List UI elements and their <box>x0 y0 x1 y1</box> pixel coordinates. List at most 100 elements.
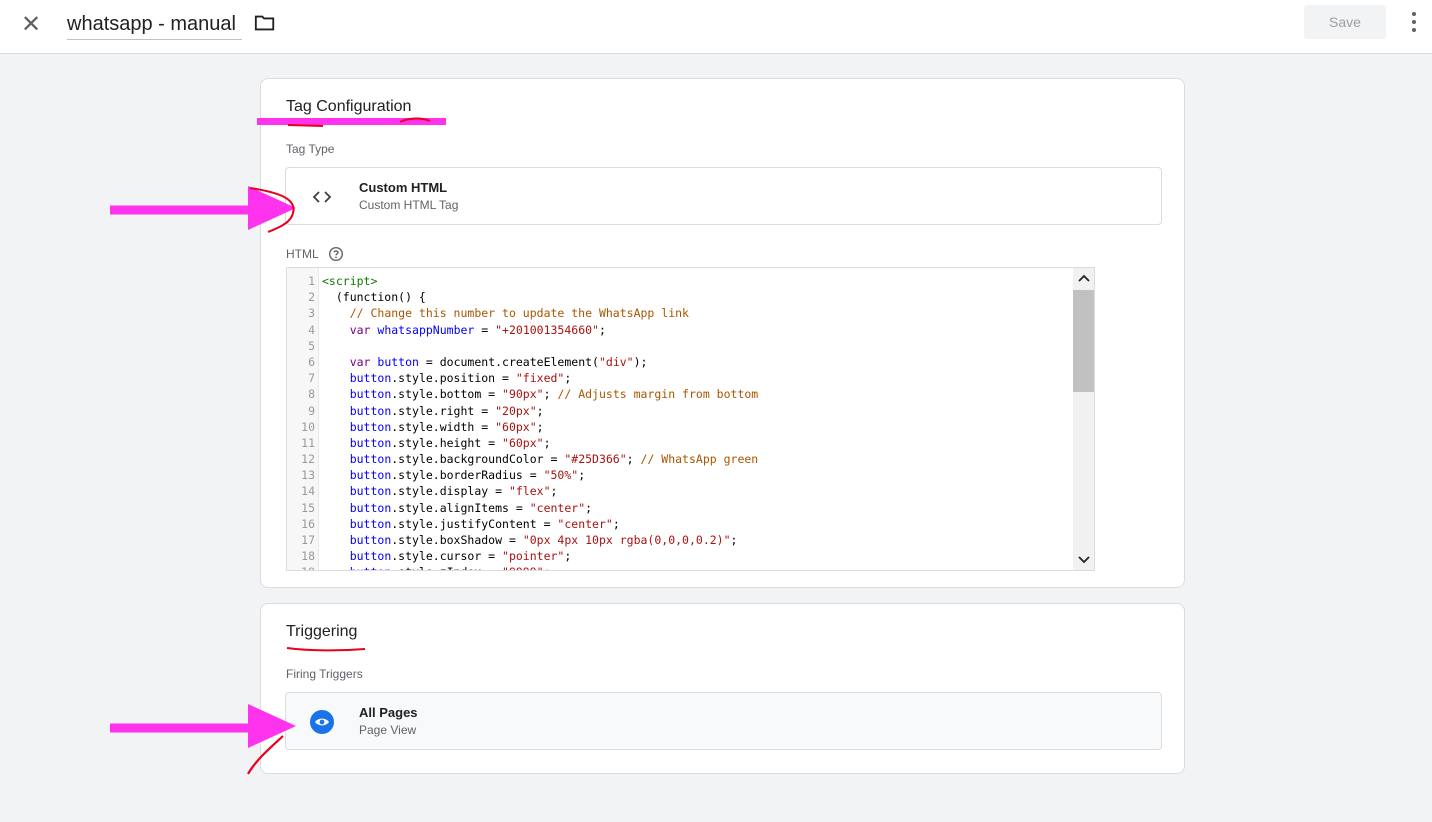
code-token: ; <box>598 322 606 337</box>
code-token: "20px" <box>495 403 537 418</box>
code-token: "0px 4px 10px rgba(0,0,0,0.2)" <box>522 533 731 547</box>
line-number: 16 <box>301 516 315 531</box>
code-token: ; <box>564 549 572 564</box>
code-token: "center" <box>557 516 613 531</box>
code-token: ; <box>536 403 544 418</box>
editor-scrollbar[interactable] <box>1073 268 1095 570</box>
scroll-up-icon[interactable] <box>1073 270 1095 288</box>
code-token: .style.display = <box>391 484 509 499</box>
code-line: 14 button.style.display = "flex"; <box>287 483 1073 499</box>
code-token: // WhatsApp green <box>640 452 759 467</box>
code-line: 11 button.style.height = "60px"; <box>287 435 1073 451</box>
code-token: button <box>349 387 392 402</box>
code-token: .style.height = <box>391 435 503 450</box>
code-line: 6 var button = document.createElement("d… <box>287 354 1073 370</box>
code-line: 5 <box>287 338 1073 354</box>
tag-type-selector[interactable]: Custom HTML Custom HTML Tag <box>285 167 1162 225</box>
tag-configuration-title: Tag Configuration <box>286 98 412 115</box>
code-token: .style.alignItems = <box>391 500 530 515</box>
code-token: .style.backgroundColor = <box>391 452 565 467</box>
trigger-title: All Pages <box>359 705 418 720</box>
code-text: button.style.alignItems = "center"; <box>322 500 592 516</box>
code-token: var <box>349 354 378 369</box>
line-number: 19 <box>287 564 315 570</box>
triggering-title: Triggering <box>286 623 358 640</box>
code-text: var whatsappNumber = "+201001354660"; <box>322 322 606 338</box>
triggering-card: Triggering Firing Triggers All Pages Pag… <box>260 603 1185 774</box>
code-text: button.style.height = "60px"; <box>322 435 551 451</box>
code-token: var <box>349 322 378 337</box>
code-token: ; <box>730 533 738 547</box>
code-token: "div" <box>598 354 634 369</box>
code-line: 7 button.style.position = "fixed"; <box>287 370 1073 386</box>
code-token: whatsappNumber <box>377 322 475 337</box>
code-line: 2 (function() { <box>287 289 1073 305</box>
code-line: 19 button.style.zIndex = "9999"; <box>287 564 1073 570</box>
code-token: .style.cursor = <box>391 549 503 564</box>
line-number: 10 <box>301 419 315 434</box>
code-line: 12 button.style.backgroundColor = "#25D3… <box>287 451 1073 467</box>
close-icon[interactable]: ✕ <box>18 11 44 37</box>
line-number: 7 <box>308 371 315 386</box>
code-line: 3 // Change this number to update the Wh… <box>287 305 1073 321</box>
more-vert-icon[interactable] <box>1404 8 1424 38</box>
code-token: button <box>349 419 392 434</box>
line-number: 2 <box>308 290 315 305</box>
tag-type-title: Custom HTML <box>359 180 448 195</box>
code-token: ); <box>633 354 648 369</box>
code-token: "flex" <box>508 484 551 499</box>
line-number: 1 <box>308 274 315 288</box>
code-text: button.style.zIndex = "9999"; <box>322 564 551 570</box>
trigger-all-pages[interactable]: All Pages Page View <box>285 692 1162 750</box>
code-token: = <box>474 322 496 337</box>
code-line: 1 <script> <box>287 273 1073 289</box>
code-token: .style.boxShadow = <box>391 533 523 547</box>
code-token: .style.right = <box>391 403 496 418</box>
folder-icon[interactable] <box>254 13 276 33</box>
code-token: "pointer" <box>502 549 565 564</box>
code-token: button <box>349 452 392 467</box>
tag-configuration-card: Tag Configuration Tag Type Custom HTML C… <box>260 78 1185 588</box>
line-number: 8 <box>308 387 315 402</box>
tag-type-subtitle: Custom HTML Tag <box>359 198 459 212</box>
code-token: button <box>349 549 392 564</box>
code-token: .style.width = <box>391 419 496 434</box>
line-number: 15 <box>301 500 315 515</box>
code-token: "center" <box>529 500 586 515</box>
code-text: button.style.borderRadius = "50%"; <box>322 467 585 483</box>
line-number: 6 <box>308 354 315 369</box>
code-token: .style.bottom = <box>391 387 503 402</box>
scroll-thumb[interactable] <box>1073 290 1094 392</box>
code-lines: 1 <script> 2 (function() {3 // Change this… <box>287 273 1073 570</box>
scroll-down-icon[interactable] <box>1073 550 1095 568</box>
trigger-subtitle: Page View <box>359 723 417 737</box>
code-token: button <box>349 533 392 547</box>
code-token: button <box>349 468 392 483</box>
code-text: button.style.cursor = "pointer"; <box>322 548 572 564</box>
line-number: 9 <box>308 403 315 418</box>
code-token: ; <box>543 435 551 450</box>
code-text: button.style.backgroundColor = "#25D366"… <box>322 451 759 467</box>
tag-name-input[interactable]: whatsapp - manual <box>67 10 242 40</box>
code-line: 4 var whatsappNumber = "+201001354660"; <box>287 322 1073 338</box>
code-text: button.style.boxShadow = "0px 4px 10px r… <box>322 532 738 548</box>
html-code-editor[interactable]: 1 <script> 2 (function() {3 // Change this… <box>286 267 1095 571</box>
save-button[interactable]: Save <box>1304 5 1386 39</box>
code-text: button.style.right = "20px"; <box>322 403 544 419</box>
code-token: "+201001354660" <box>495 322 599 337</box>
code-token: .style.zIndex = <box>391 565 502 570</box>
code-token: ; <box>585 500 593 515</box>
tag-type-label: Tag Type <box>286 142 335 156</box>
line-number: 11 <box>301 435 315 450</box>
help-icon[interactable] <box>328 246 344 262</box>
